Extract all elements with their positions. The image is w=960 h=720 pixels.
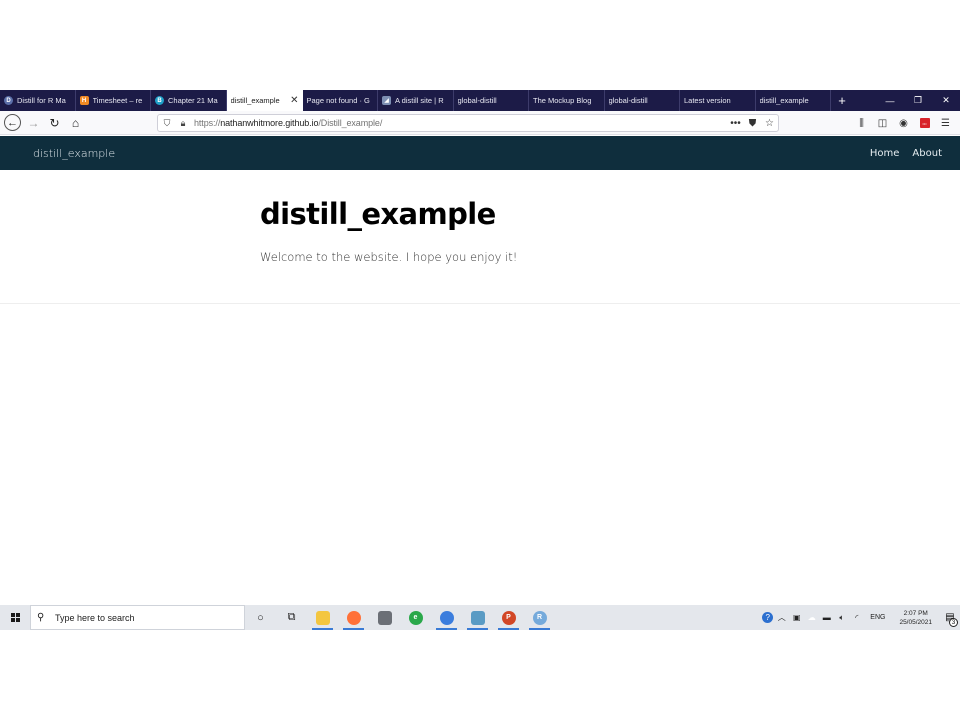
battery-icon[interactable]: ▬ bbox=[820, 613, 833, 622]
close-icon[interactable]: ✕ bbox=[932, 90, 960, 111]
chevron-up-icon[interactable]: ︿ bbox=[775, 612, 788, 623]
page-actions-icon[interactable]: ••• bbox=[727, 118, 744, 129]
library-icon[interactable]: ⫼ bbox=[851, 112, 872, 134]
tab-label: A distill site | R bbox=[395, 96, 444, 105]
tab-list: D Distill for R Ma H Timesheet – re B Chapter… bbox=[0, 90, 831, 111]
new-tab-button[interactable]: + bbox=[831, 90, 853, 111]
lock-icon[interactable]: 🔒︎ bbox=[176, 118, 190, 129]
content-divider bbox=[0, 303, 960, 304]
url-host: nathanwhitmore.github.io bbox=[220, 118, 319, 128]
browser-tab[interactable]: global-distill bbox=[605, 90, 680, 111]
tab-label: The Mockup Blog bbox=[533, 96, 592, 105]
menu-icon[interactable]: ☰ bbox=[935, 112, 956, 134]
arrow-left-icon: ← bbox=[4, 114, 21, 131]
forward-button[interactable]: → bbox=[23, 112, 44, 134]
tab-label: Timesheet – re bbox=[92, 96, 143, 105]
tab-label: distill_example bbox=[230, 96, 280, 105]
firefox-icon[interactable] bbox=[338, 605, 369, 630]
browser-tab[interactable]: B Chapter 21 Ma bbox=[151, 90, 227, 111]
task-view-icon[interactable]: ⧉ bbox=[276, 605, 307, 630]
edge-icon[interactable]: e bbox=[400, 605, 431, 630]
home-button[interactable]: ⌂ bbox=[65, 112, 86, 134]
notification-button[interactable]: ▤ 3 bbox=[940, 605, 960, 630]
url-text[interactable]: https://nathanwhitmore.github.io/Distill… bbox=[194, 118, 382, 128]
browser-tab[interactable]: distill_example ✕ bbox=[226, 90, 303, 111]
url-scheme: https:// bbox=[194, 118, 221, 128]
browser-tab[interactable]: Page not found · G bbox=[303, 90, 378, 111]
minimize-icon[interactable]: — bbox=[876, 90, 904, 111]
system-tray: ? ︿ ▣ ☁ ▬ 🔈︎ ◜ ENG 2:07 PM 25/05/2021 ▤ … bbox=[761, 605, 960, 630]
meet-now-icon[interactable]: ▣ bbox=[790, 613, 803, 622]
sidebar-icon[interactable]: ◫ bbox=[872, 112, 893, 134]
start-button[interactable] bbox=[0, 605, 30, 630]
bookmark-star-icon[interactable]: ☆ bbox=[761, 118, 778, 129]
windows-logo-icon bbox=[10, 613, 20, 622]
back-button[interactable]: ← bbox=[2, 112, 23, 134]
browser-tab[interactable]: H Timesheet – re bbox=[76, 90, 151, 111]
site-nav: Home About bbox=[870, 148, 942, 159]
restore-icon[interactable]: ❐ bbox=[904, 90, 932, 111]
onedrive-icon[interactable]: ☁ bbox=[805, 613, 818, 622]
pocket-icon[interactable]: ⛊ bbox=[744, 118, 761, 129]
extension-icon[interactable]: ••• bbox=[914, 112, 935, 134]
site-title-link[interactable]: distill_example bbox=[33, 147, 115, 160]
shield-icon[interactable]: ⛉ bbox=[160, 118, 174, 129]
tab-favicon-icon: ◢ bbox=[382, 96, 391, 105]
language-indicator[interactable]: ENG bbox=[870, 614, 885, 621]
tab-favicon-icon: B bbox=[155, 96, 164, 105]
clock-date: 25/05/2021 bbox=[899, 618, 932, 626]
tab-label: Chapter 21 Ma bbox=[168, 96, 218, 105]
tab-close-icon[interactable]: ✕ bbox=[290, 95, 298, 106]
account-icon[interactable]: ◉ bbox=[893, 112, 914, 134]
reload-button[interactable]: ↻ bbox=[44, 112, 65, 134]
network-app-icon[interactable] bbox=[369, 605, 400, 630]
site-navbar: distill_example Home About bbox=[0, 136, 960, 170]
tab-label: distill_example bbox=[759, 96, 809, 105]
search-icon: ⚲ bbox=[37, 612, 45, 623]
r-icon[interactable]: R bbox=[524, 605, 555, 630]
tab-label: Distill for R Ma bbox=[17, 96, 66, 105]
tab-label: global-distill bbox=[608, 96, 648, 105]
address-bar[interactable]: ⛉ 🔒︎ https://nathanwhitmore.github.io/Di… bbox=[157, 114, 779, 132]
tab-strip: D Distill for R Ma H Timesheet – re B Chapter… bbox=[0, 90, 960, 111]
wifi-icon[interactable]: ◜ bbox=[850, 613, 863, 622]
taskbar: ⚲ Type here to search ○ ⧉ e P R ? ︿ ▣ ☁ … bbox=[0, 605, 960, 630]
url-path: /Distill_example/ bbox=[318, 118, 383, 128]
page-intro-text: Welcome to the website. I hope you enjoy… bbox=[260, 250, 518, 264]
browser-tab[interactable]: global-distill bbox=[454, 90, 529, 111]
nav-home-link[interactable]: Home bbox=[870, 148, 900, 159]
clock[interactable]: 2:07 PM 25/05/2021 bbox=[899, 609, 932, 627]
tab-label: Latest version bbox=[684, 96, 731, 105]
notification-count-badge: 3 bbox=[949, 618, 958, 627]
help-icon[interactable]: ? bbox=[762, 612, 774, 623]
toolbar-right: ⫼ ◫ ◉ ••• ☰ bbox=[851, 111, 956, 135]
file-explorer-icon[interactable] bbox=[307, 605, 338, 630]
window-controls: — ❐ ✕ bbox=[876, 90, 960, 111]
clock-time: 2:07 PM bbox=[903, 609, 928, 617]
tab-label: global-distill bbox=[457, 96, 497, 105]
tab-favicon-icon: H bbox=[79, 96, 89, 105]
browser-tab[interactable]: Latest version bbox=[680, 90, 756, 111]
nav-about-link[interactable]: About bbox=[912, 148, 942, 159]
browser-tab[interactable]: D Distill for R Ma bbox=[0, 90, 76, 111]
cortana-icon[interactable]: ○ bbox=[245, 605, 276, 630]
tab-favicon-icon: D bbox=[4, 96, 13, 105]
volume-icon[interactable]: 🔈︎ bbox=[835, 613, 848, 623]
address-bar-actions: ••• ⛊ ☆ bbox=[727, 118, 778, 129]
browser-tab[interactable]: ◢ A distill site | R bbox=[378, 90, 454, 111]
browser-tab[interactable]: The Mockup Blog bbox=[529, 90, 605, 111]
tab-label: Page not found · G bbox=[306, 96, 370, 105]
github-desktop-icon[interactable] bbox=[431, 605, 462, 630]
browser-toolbar: ← → ↻ ⌂ ⛉ 🔒︎ https://nathanwhitmore.gith… bbox=[0, 111, 960, 135]
powerpoint-icon[interactable]: P bbox=[493, 605, 524, 630]
page-title: distill_example bbox=[260, 197, 496, 231]
taskbar-search-placeholder: Type here to search bbox=[55, 612, 135, 623]
browser-tab[interactable]: distill_example bbox=[756, 90, 831, 111]
taskbar-search[interactable]: ⚲ Type here to search bbox=[30, 605, 245, 630]
rstudio-app-icon[interactable] bbox=[462, 605, 493, 630]
